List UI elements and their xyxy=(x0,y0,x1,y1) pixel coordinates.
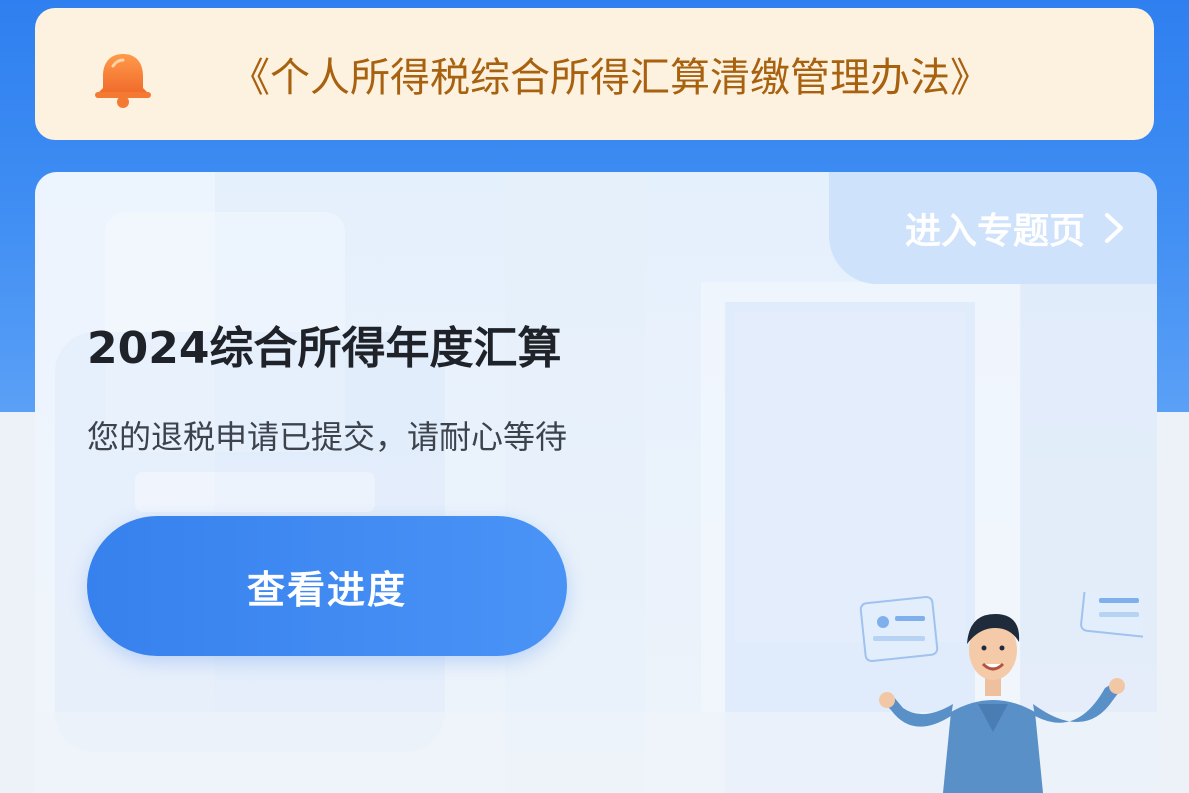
notice-banner[interactable]: 《个人所得税综合所得汇算清缴管理办法》 xyxy=(35,8,1154,140)
person-illustration xyxy=(859,592,1143,793)
card-title: 2024综合所得年度汇算 xyxy=(87,323,562,374)
status-message: 您的退税申请已提交，请耐心等待 xyxy=(87,418,568,456)
notice-text[interactable]: 《个人所得税综合所得汇算清缴管理办法》 xyxy=(230,48,990,108)
bell-icon xyxy=(95,54,151,108)
topic-link-label: 进入专题页 xyxy=(904,211,1085,252)
enter-topic-page-link[interactable]: 进入专题页 xyxy=(829,172,1157,284)
chevron-right-icon xyxy=(1105,213,1123,243)
annual-settlement-card: 进入专题页 2024综合所得年度汇算 您的退税申请已提交，请耐心等待 查看进度 xyxy=(35,172,1157,793)
view-progress-button[interactable]: 查看进度 xyxy=(87,516,567,656)
